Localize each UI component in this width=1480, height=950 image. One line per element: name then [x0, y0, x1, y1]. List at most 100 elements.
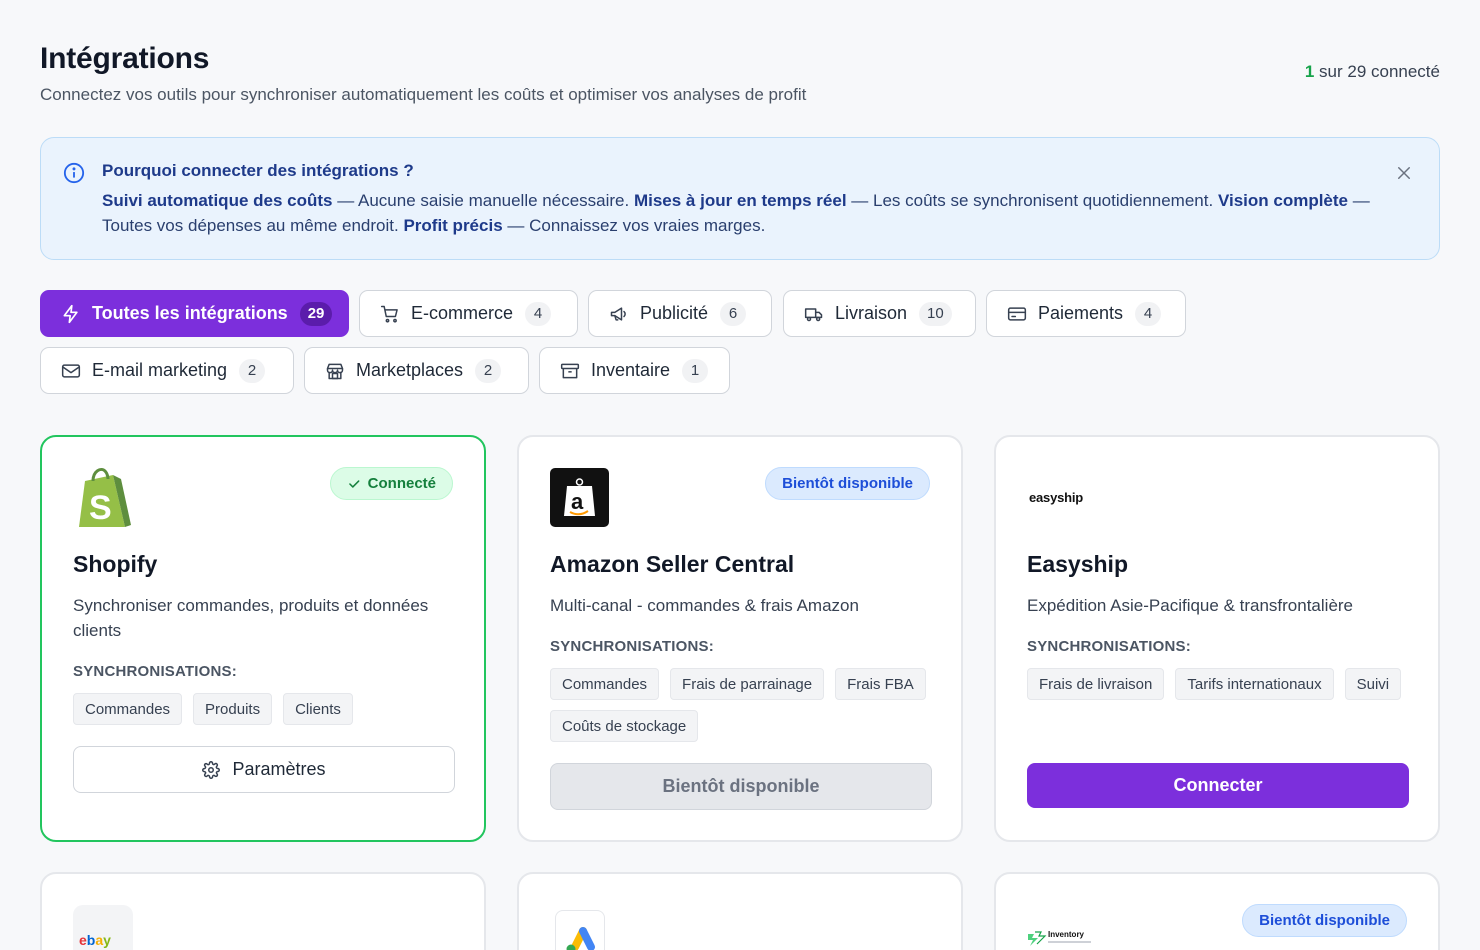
filter-all[interactable]: Toutes les intégrations 29 [40, 290, 349, 337]
ebay-logo-icon: ebay [79, 932, 111, 948]
sync-tag: Coûts de stockage [550, 710, 699, 742]
filter-inventaire[interactable]: Inventaire 1 [539, 347, 730, 394]
info-bold-2: Mises à jour en temps réel [633, 191, 847, 210]
shopify-logo-icon: S [79, 467, 131, 527]
integration-card-easyship: easyship Easyship Expédition Asie-Pacifi… [994, 435, 1440, 842]
cart-icon [380, 305, 398, 323]
sync-tag: Frais de parrainage [670, 668, 825, 700]
filter-count: 2 [239, 358, 266, 383]
sync-label: SYNCHRONISATIONS: [1027, 638, 1191, 655]
info-text: Suivi automatique des coûts — Aucune sai… [102, 188, 1372, 238]
filter-label: Publicité [640, 303, 709, 323]
status-badge: Connecté [329, 467, 453, 500]
truck-icon [804, 307, 823, 321]
sync-tags: Commandes Frais de parrainage Frais FBA … [550, 668, 940, 742]
status-badge-label: Connecté [367, 475, 436, 492]
filter-count: 2 [475, 358, 502, 383]
inventory-logo-text: Inventory [1048, 930, 1085, 939]
integration-card-ebay: ebay [40, 872, 486, 950]
sync-tag: Commandes [550, 668, 660, 700]
filter-label: Marketplaces [356, 360, 464, 380]
filter-count: 4 [1135, 301, 1162, 326]
connected-count-text: sur 29 connecté [1314, 62, 1440, 81]
amazon-logo-icon: a [550, 468, 609, 527]
filter-email-marketing[interactable]: E-mail marketing 2 [40, 347, 294, 394]
info-title: Pourquoi connecter des intégrations ? [102, 161, 414, 180]
sync-tag: Clients [283, 693, 353, 725]
page-subtitle: Connectez vos outils pour synchroniser a… [40, 85, 807, 104]
filter-marketplaces[interactable]: Marketplaces 2 [304, 347, 529, 394]
filter-count: 1 [682, 358, 709, 383]
card-description: Synchroniser commandes, produits et donn… [73, 596, 429, 640]
inventory-planner-logo-icon: Inventory [1028, 930, 1091, 946]
filter-label: E-mail marketing [92, 360, 228, 380]
sync-tag: Produits [193, 693, 273, 725]
status-badge: Bientôt disponible [765, 467, 930, 500]
card-title: Shopify [73, 551, 158, 577]
store-icon [326, 363, 344, 379]
sync-label: SYNCHRONISATIONS: [550, 638, 714, 655]
page-title: Intégrations [40, 42, 210, 75]
sync-label: SYNCHRONISATIONS: [73, 663, 237, 680]
card-title: Amazon Seller Central [550, 551, 795, 577]
settings-button[interactable]: Paramètres [73, 746, 455, 793]
mail-icon [61, 363, 81, 378]
megaphone-icon [610, 306, 626, 321]
sync-tag: Commandes [73, 693, 183, 725]
svg-text:ebay: ebay [79, 932, 111, 948]
connected-count-number: 1 [1304, 62, 1315, 81]
page-header: Intégrations Connectez vos outils pour s… [40, 40, 1440, 120]
sync-tag: Tarifs internationaux [1175, 668, 1334, 700]
connected-count: 1 sur 29 connecté [1305, 62, 1440, 82]
google-ads-logo [555, 910, 605, 950]
filter-count: 4 [525, 301, 552, 326]
info-text-2: — Les coûts se synchronisent quotidienne… [846, 191, 1218, 210]
svg-text:S: S [89, 489, 112, 527]
connect-button[interactable]: Connecter [1027, 763, 1409, 808]
archive-icon [560, 363, 580, 378]
info-bold-3: Vision complète [1217, 191, 1348, 210]
sync-tags: Frais de livraison Tarifs internationaux… [1027, 668, 1417, 700]
filter-paiements[interactable]: Paiements 4 [986, 290, 1186, 337]
lightning-icon [63, 304, 78, 323]
info-text-4: — Connaissez vos vraies marges. [502, 216, 766, 235]
coming-soon-button[interactable]: Bientôt disponible [550, 763, 932, 810]
filter-label: Toutes les intégrations [92, 303, 288, 323]
integrations-page: Intégrations Connectez vos outils pour s… [40, 40, 1440, 950]
info-bold-4: Profit précis [403, 216, 503, 235]
filter-ecommerce[interactable]: E-commerce 4 [359, 290, 578, 337]
filter-label: E-commerce [411, 303, 514, 323]
filter-label: Inventaire [591, 360, 671, 380]
check-icon [348, 479, 360, 488]
gear-icon [202, 760, 221, 779]
filter-count: 29 [299, 301, 333, 326]
sync-tag: Suivi [1344, 668, 1402, 700]
ebay-logo: ebay [73, 905, 133, 950]
sync-tag: Frais de livraison [1027, 668, 1165, 700]
info-icon [63, 162, 85, 184]
card-title: Easyship [1027, 551, 1128, 577]
google-ads-logo-icon [566, 927, 595, 950]
filter-count: 10 [919, 301, 952, 326]
filter-count: 6 [720, 301, 747, 326]
card-description: Multi-canal - commandes & frais Amazon [550, 596, 859, 615]
info-bold-1: Suivi automatique des coûts [102, 191, 333, 210]
integration-card-google-ads [517, 872, 963, 950]
filter-livraison[interactable]: Livraison 10 [783, 290, 976, 337]
filter-label: Paiements [1038, 303, 1124, 323]
svg-text:a: a [571, 489, 584, 514]
integration-card-shopify: S Connecté Shopify Synchroniser commande… [40, 435, 486, 842]
filter-publicite[interactable]: Publicité 6 [588, 290, 772, 337]
settings-button-label: Paramètres [232, 759, 326, 779]
card-description: Expédition Asie-Pacifique & transfrontal… [1027, 596, 1354, 615]
sync-tag: Frais FBA [835, 668, 926, 700]
credit-card-icon [1007, 306, 1027, 321]
sync-tags: Commandes Produits Clients [73, 693, 463, 725]
filter-label: Livraison [835, 303, 908, 323]
integration-card-inventory-planner: Inventory Bientôt disponible [994, 872, 1440, 950]
integration-card-amazon: a Bientôt disponible Amazon Seller Centr… [517, 435, 963, 842]
status-badge: Bientôt disponible [1242, 904, 1407, 937]
close-icon[interactable] [1395, 164, 1413, 182]
info-banner: Pourquoi connecter des intégrations ? Su… [40, 137, 1440, 260]
info-text-1: — Aucune saisie manuelle nécessaire. [332, 191, 634, 210]
